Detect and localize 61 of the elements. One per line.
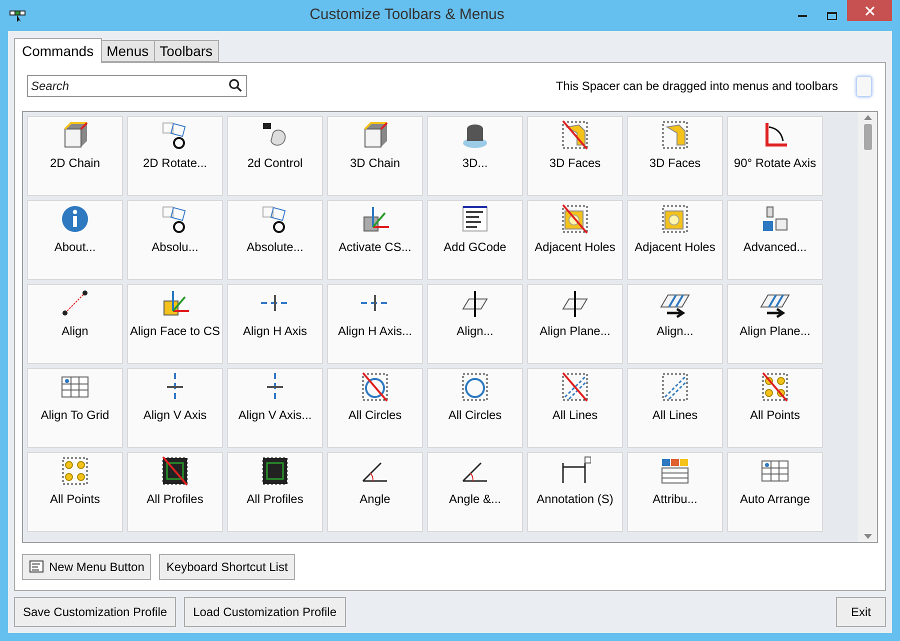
command-tile[interactable]: 3D Chain xyxy=(327,116,423,196)
scrollbar[interactable] xyxy=(858,112,877,542)
command-tile[interactable]: Angle xyxy=(327,452,423,532)
command-tile[interactable]: All Points xyxy=(27,452,123,532)
command-tile[interactable]: Adjacent Holes xyxy=(627,200,723,280)
command-tile[interactable]: Add GCode xyxy=(427,200,523,280)
command-tile[interactable]: 3D Faces xyxy=(527,116,623,196)
command-tile[interactable]: All Lines xyxy=(527,368,623,448)
command-tile[interactable]: 3D... xyxy=(427,116,523,196)
command-tile[interactable]: All Circles xyxy=(327,368,423,448)
command-tile[interactable]: Align H Axis xyxy=(227,284,323,364)
command-tile[interactable]: 90° Rotate Axis xyxy=(727,116,823,196)
spacer-hint: This Spacer can be dragged into menus and toolbars xyxy=(556,78,838,95)
close-icon xyxy=(864,6,874,16)
command-tile[interactable]: All Points xyxy=(727,368,823,448)
command-tile[interactable]: Adjacent Holes xyxy=(527,200,623,280)
command-tile[interactable]: Align Plane... xyxy=(727,284,823,364)
command-tile[interactable]: 2D Rotate... xyxy=(127,116,223,196)
command-tile[interactable]: Align... xyxy=(427,284,523,364)
app-icon xyxy=(9,8,27,22)
command-tile[interactable]: Angle &... xyxy=(427,452,523,532)
command-tile[interactable]: Absolute... xyxy=(227,200,323,280)
command-tile[interactable]: About... xyxy=(27,200,123,280)
command-tile[interactable]: 2d Control xyxy=(227,116,323,196)
search-icon xyxy=(228,78,243,93)
command-tile[interactable]: Auto Arrange xyxy=(727,452,823,532)
command-tile[interactable]: All Lines xyxy=(627,368,723,448)
scroll-down-icon[interactable] xyxy=(864,534,872,539)
command-tile[interactable]: Align H Axis... xyxy=(327,284,423,364)
command-tile[interactable]: 2D Chain xyxy=(27,116,123,196)
profile-button[interactable]: Load Customization Profile xyxy=(184,597,346,627)
new-menu-button[interactable]: New Menu Button xyxy=(22,554,152,580)
command-tile[interactable]: Attribu... xyxy=(627,452,723,532)
command-tile[interactable]: Absolu... xyxy=(127,200,223,280)
command-tile[interactable]: All Circles xyxy=(427,368,523,448)
search-field[interactable]: Search xyxy=(27,75,247,97)
menu-icon xyxy=(29,560,45,574)
profile-button[interactable]: Save Customization Profile xyxy=(14,597,176,627)
command-tile[interactable]: All Profiles xyxy=(127,452,223,532)
command-tile[interactable]: Align Plane... xyxy=(527,284,623,364)
command-tile[interactable]: Align Face to CS xyxy=(127,284,223,364)
command-tile[interactable]: All Profiles xyxy=(227,452,323,532)
scroll-up-icon[interactable] xyxy=(864,115,872,120)
info-icon xyxy=(59,203,91,235)
tab[interactable]: Toolbars xyxy=(154,40,219,62)
exit-button[interactable]: Exit xyxy=(836,597,886,627)
command-tile[interactable]: Annotation (S) xyxy=(527,452,623,532)
tab[interactable]: Menus xyxy=(100,40,155,62)
command-tile[interactable]: Align... xyxy=(627,284,723,364)
window-title: Customize Toolbars & Menus xyxy=(310,6,504,24)
command-tile[interactable]: Align V Axis xyxy=(127,368,223,448)
close-button[interactable] xyxy=(847,0,892,21)
command-tile[interactable]: Advanced... xyxy=(727,200,823,280)
command-tile[interactable]: Align To Grid xyxy=(27,368,123,448)
tab[interactable]: Commands xyxy=(14,38,102,63)
command-tile[interactable]: Align V Axis... xyxy=(227,368,323,448)
scrollbar-thumb[interactable] xyxy=(864,124,872,150)
command-tile[interactable]: 3D Faces xyxy=(627,116,723,196)
shortcut-list-button[interactable]: Keyboard Shortcut List xyxy=(159,554,295,580)
command-tile[interactable]: Activate CS... xyxy=(327,200,423,280)
command-tile[interactable]: Align xyxy=(27,284,123,364)
